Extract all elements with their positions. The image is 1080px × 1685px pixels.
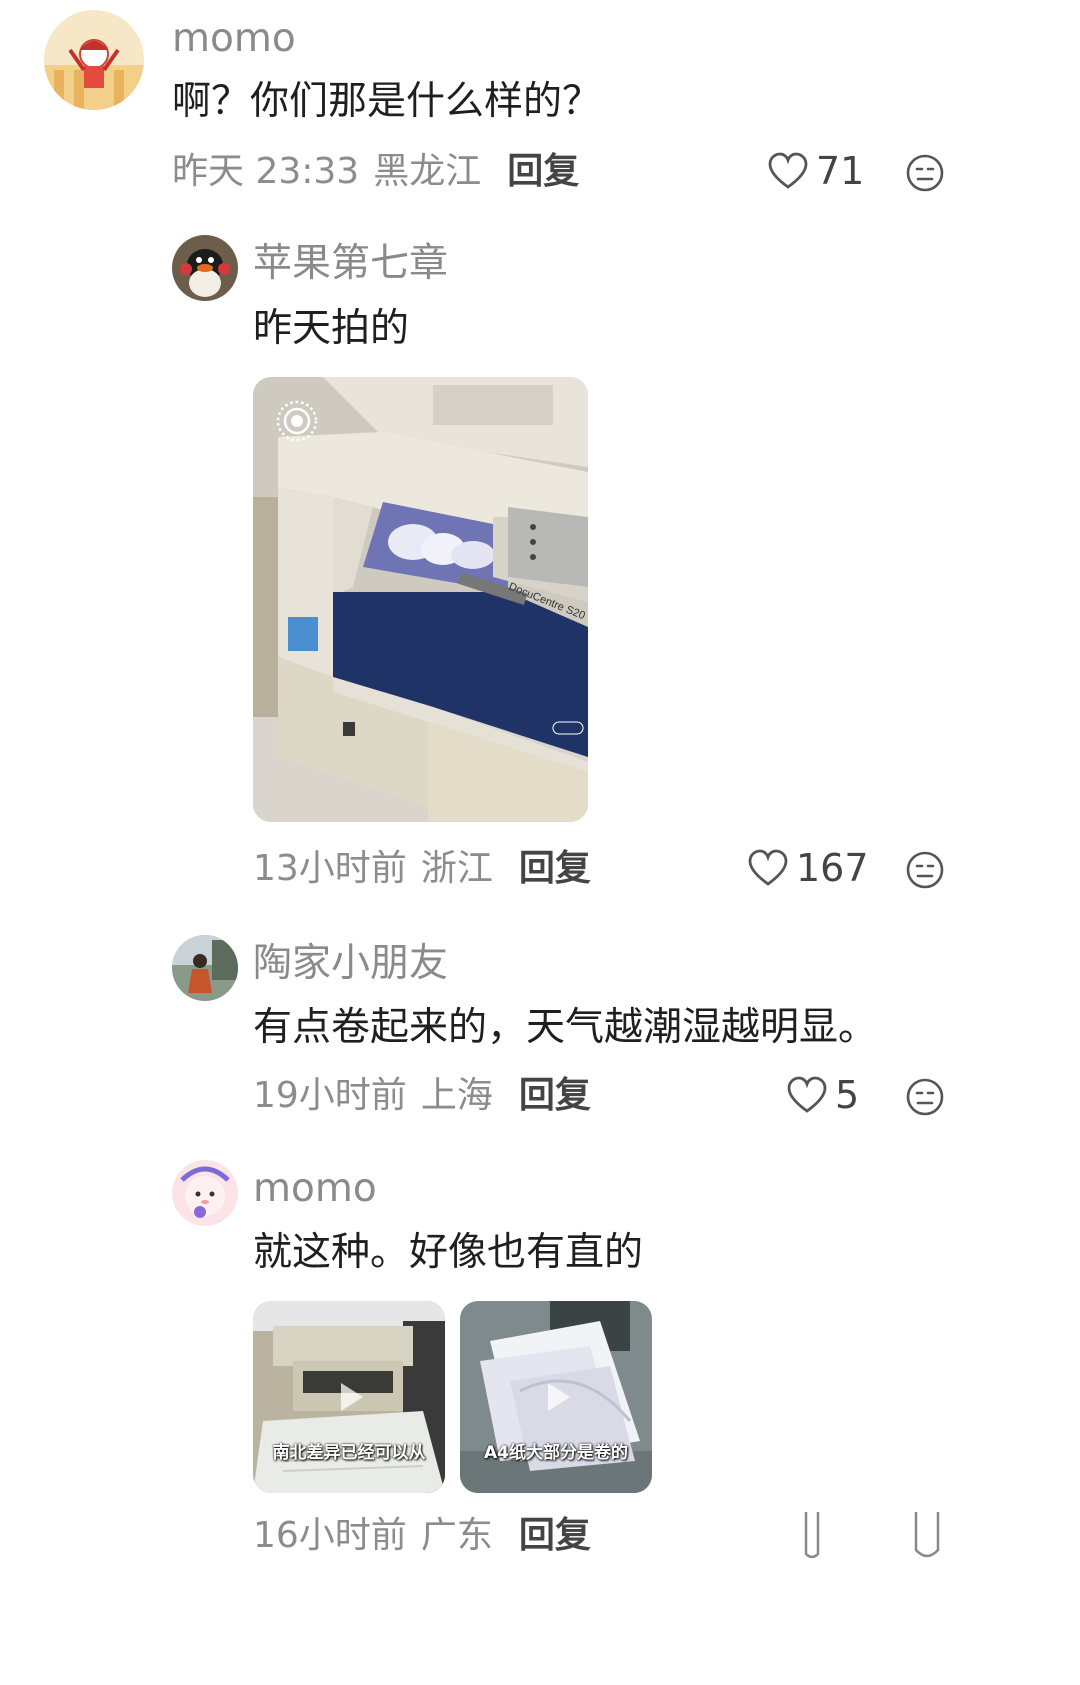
username[interactable]: momo: [253, 1169, 377, 1208]
reply-button[interactable]: 回复: [519, 1078, 591, 1114]
comment-text: 啊？你们那是什么样的？: [172, 79, 602, 124]
like-count: 167: [796, 846, 869, 890]
avatar[interactable]: [44, 10, 144, 110]
play-icon: [329, 1377, 369, 1417]
neutral-face-icon[interactable]: [906, 154, 944, 192]
comment-location: 广东: [420, 1515, 493, 1556]
reply-button[interactable]: 回复: [519, 1518, 591, 1554]
comment-item: 陶家小朋友 有点卷起来的，天气越潮湿越明显。 19小时前 上海 回复 5: [0, 925, 1080, 1130]
comment-time: 昨天 23:33: [172, 151, 360, 192]
like-button[interactable]: 5: [787, 1076, 859, 1114]
comment-location: 上海: [420, 1075, 493, 1116]
reply-button[interactable]: 回复: [519, 851, 591, 887]
comment-location: 黑龙江: [373, 151, 482, 192]
reply-button[interactable]: 回复: [507, 154, 579, 190]
comment-item: momo 啊？你们那是什么样的？ 昨天 23:33 黑龙江 回复 71: [0, 0, 1080, 210]
neutral-face-icon[interactable]: [906, 851, 944, 889]
live-photo-icon: [275, 399, 319, 443]
video-thumbnail[interactable]: A4纸大部分是卷的: [460, 1301, 652, 1493]
comment-meta: 昨天 23:33 黑龙江 回复: [172, 154, 579, 190]
comment-item: momo 就这种。好像也有直的 南北差异已经可以从 A4纸大部分是卷的 16小时…: [0, 1150, 1080, 1685]
heart-outline-icon: [748, 849, 788, 887]
avatar[interactable]: [172, 1160, 238, 1226]
neutral-face-icon[interactable]: [906, 1078, 944, 1116]
comment-meta: 16小时前 广东 回复: [253, 1518, 591, 1554]
avatar[interactable]: [172, 235, 238, 301]
username[interactable]: momo: [172, 19, 296, 58]
video-thumbnail[interactable]: 南北差异已经可以从: [253, 1301, 445, 1493]
neutral-face-icon[interactable]: [912, 1510, 942, 1560]
comment-text: 有点卷起来的，天气越潮湿越明显。: [253, 1005, 878, 1050]
comment-time: 19小时前: [253, 1075, 407, 1116]
like-count: 5: [835, 1073, 860, 1117]
heart-outline-icon[interactable]: [800, 1510, 824, 1560]
comment-meta: 19小时前 上海 回复: [253, 1078, 591, 1114]
comment-meta: 13小时前 浙江 回复: [253, 851, 591, 887]
comment-text: 就这种。好像也有直的: [253, 1230, 644, 1275]
video-caption: A4纸大部分是卷的: [484, 1443, 628, 1463]
comment-photo[interactable]: DocuCentre S20: [253, 377, 588, 822]
like-count: 71: [816, 149, 865, 193]
heart-outline-icon: [787, 1076, 827, 1114]
comment-time: 16小时前: [253, 1515, 407, 1556]
comment-text: 昨天拍的: [253, 306, 410, 351]
comment-location: 浙江: [420, 848, 493, 889]
username[interactable]: 苹果第七章: [253, 244, 448, 283]
comment-item: 苹果第七章 昨天拍的 DocuCentre S20 13小时前 浙江 回复 16…: [0, 225, 1080, 905]
comment-time: 13小时前: [253, 848, 407, 889]
video-caption: 南北差异已经可以从: [272, 1443, 426, 1463]
username[interactable]: 陶家小朋友: [253, 944, 448, 983]
avatar[interactable]: [172, 935, 238, 1001]
like-button[interactable]: 71: [768, 152, 864, 190]
heart-outline-icon: [768, 152, 808, 190]
play-icon: [536, 1377, 576, 1417]
like-button[interactable]: 167: [748, 849, 869, 887]
